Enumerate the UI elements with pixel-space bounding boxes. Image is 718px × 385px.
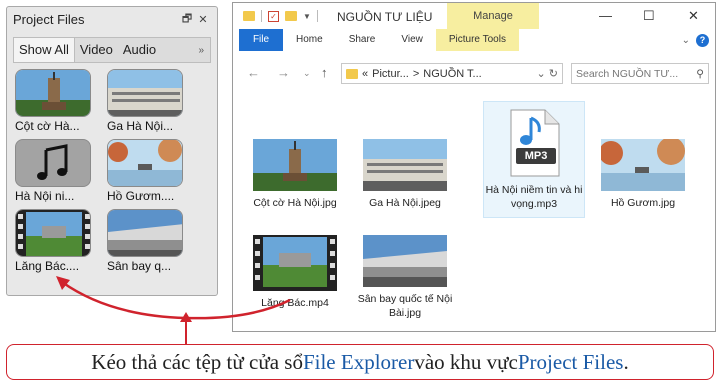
file-name: Lăng Bác.mp4 [261, 297, 329, 309]
breadcrumb-pictures[interactable]: Pictur... [372, 68, 409, 80]
file-item[interactable]: Hồ Gươm.jpg [593, 139, 693, 210]
image-thumbnail [363, 139, 447, 191]
file-item[interactable]: Sân bay quốc tế Nội Bài.jpg [355, 235, 455, 320]
video-thumbnail [15, 209, 91, 257]
up-arrow-icon[interactable]: ↑ [321, 65, 328, 80]
tab-picture-tools[interactable]: Picture Tools [435, 29, 519, 51]
image-thumbnail [363, 235, 447, 287]
toolbar-divider [261, 10, 262, 22]
customize-toolbar-icon[interactable]: ▼ [303, 12, 311, 21]
caption-text: . [623, 349, 629, 374]
more-tabs-icon[interactable]: » [198, 45, 204, 56]
project-files-panel: Project Files 🗗 ✕ Show All Video Audio »… [6, 6, 218, 296]
manage-contextual-tab[interactable]: Manage [447, 3, 539, 29]
tab-show-all[interactable]: Show All [14, 38, 75, 62]
image-thumbnail [601, 139, 685, 191]
expand-ribbon-icon[interactable]: ⌄ [682, 35, 690, 46]
project-file-label: Lăng Bác.... [15, 259, 80, 273]
image-thumbnail [107, 209, 183, 257]
ribbon-tabs: File Home Share View Picture Tools ⌄ ? [233, 29, 715, 51]
close-window-icon[interactable]: ✕ [688, 8, 699, 24]
pin-icon[interactable]: 🗗 [179, 10, 195, 29]
tab-home[interactable]: Home [283, 29, 336, 51]
quick-access-toolbar: ✓ ▼ [243, 10, 318, 22]
breadcrumb-separator: > [412, 67, 420, 80]
file-name: Hồ Gươm.jpg [610, 197, 676, 209]
image-thumbnail [107, 139, 183, 187]
tab-audio[interactable]: Audio [118, 38, 161, 62]
tab-video[interactable]: Video [75, 38, 118, 62]
breadcrumb-current[interactable]: NGUỒN T... [423, 68, 481, 80]
properties-icon[interactable]: ✓ [268, 10, 279, 22]
file-item[interactable]: Cột cờ Hà Nội.jpg [245, 139, 345, 210]
tab-share[interactable]: Share [336, 29, 389, 51]
file-name: Cột cờ Hà Nội.jpg [253, 197, 337, 209]
instruction-caption: Kéo thả các tệp từ cửa sổ File Explorer … [6, 344, 714, 380]
project-files-titlebar: Project Files 🗗 ✕ [7, 7, 217, 31]
file-name: Ga Hà Nội.jpeg [369, 197, 441, 209]
project-file-label: Sân bay q... [107, 259, 172, 273]
explorer-titlebar: ✓ ▼ NGUỒN TƯ LIỆU Manage — ☐ ✕ [233, 3, 715, 29]
address-input[interactable]: « Pictur... > NGUỒN T... ⌄ ↻ [341, 63, 563, 84]
address-bar-row: ← → ⌄ ↑ « Pictur... > NGUỒN T... ⌄ ↻ Sea… [233, 59, 715, 87]
tab-file[interactable]: File [239, 29, 283, 51]
folder-icon [346, 68, 358, 79]
mp3-badge: MP3 [516, 148, 556, 164]
recent-locations-icon[interactable]: ⌄ [303, 68, 311, 79]
project-file-label: Hà Nội ni... [15, 189, 75, 203]
search-placeholder: Search NGUỒN TƯ... [576, 67, 679, 80]
window-title: NGUỒN TƯ LIỆU [337, 10, 433, 24]
close-icon[interactable]: ✕ [195, 13, 211, 26]
help-icon[interactable]: ? [696, 33, 709, 47]
search-icon: ⚲ [696, 67, 704, 80]
refresh-icon[interactable]: ⌄ ↻ [537, 67, 559, 80]
project-file-item[interactable]: Lăng Bác.... [15, 209, 99, 273]
back-arrow-icon[interactable]: ← [247, 65, 260, 80]
file-name: Sân bay quốc tế Nội Bài.jpg [357, 293, 453, 319]
address-prefix: « [362, 67, 369, 80]
mp3-file-icon: MP3 [507, 108, 561, 178]
project-file-label: Cột cờ Hà... [15, 119, 80, 133]
image-thumbnail [15, 69, 91, 117]
minimize-icon[interactable]: — [599, 8, 612, 23]
search-input[interactable]: Search NGUỒN TƯ... ⚲ [571, 63, 709, 84]
image-thumbnail [107, 69, 183, 117]
file-item[interactable]: Lăng Bác.mp4 [245, 235, 345, 310]
project-files-tabs: Show All Video Audio » [13, 37, 211, 63]
ribbon-right-controls: ⌄ ? [682, 33, 709, 47]
tab-view[interactable]: View [388, 29, 436, 51]
image-thumbnail [253, 139, 337, 191]
folder-icon [243, 11, 255, 21]
project-file-item[interactable]: Hà Nội ni... [15, 139, 99, 203]
project-file-item[interactable]: Ga Hà Nội... [107, 69, 191, 133]
project-files-title: Project Files [13, 11, 85, 27]
project-file-item[interactable]: Cột cờ Hà... [15, 69, 99, 133]
forward-arrow-icon[interactable]: → [277, 65, 290, 80]
music-note-icon [15, 139, 91, 187]
video-thumbnail [253, 235, 337, 291]
new-folder-icon[interactable] [285, 11, 297, 21]
file-explorer-window: ✓ ▼ NGUỒN TƯ LIỆU Manage — ☐ ✕ File Home… [232, 2, 716, 332]
caption-text: Kéo thả các tệp từ cửa sổ [91, 349, 303, 374]
project-file-label: Ga Hà Nội... [107, 119, 174, 133]
caption-file-explorer: File Explorer [302, 349, 415, 374]
file-item-selected[interactable]: MP3 Hà Nội niềm tin và hi vọng.mp3 [483, 101, 585, 218]
project-file-label: Hồ Gươm.... [107, 189, 175, 203]
file-item[interactable]: Ga Hà Nội.jpeg [355, 139, 455, 210]
caption-project-files: Project Files [517, 349, 624, 374]
maximize-icon[interactable]: ☐ [643, 8, 655, 24]
file-name: Hà Nội niềm tin và hi vọng.mp3 [485, 184, 583, 210]
toolbar-divider [316, 10, 318, 22]
project-file-item[interactable]: Hồ Gươm.... [107, 139, 191, 203]
caption-text: vào khu vực [414, 349, 518, 374]
project-file-item[interactable]: Sân bay q... [107, 209, 191, 273]
